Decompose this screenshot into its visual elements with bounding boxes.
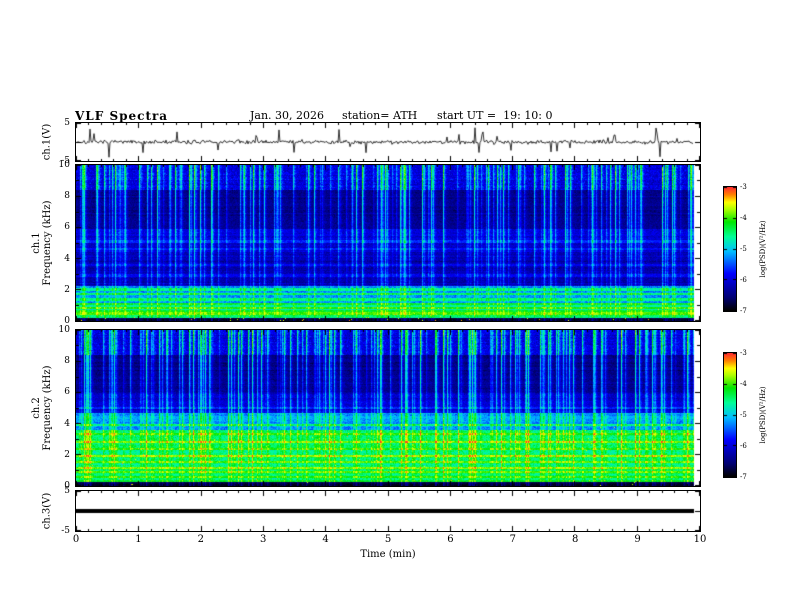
ch2-colorbar-axis-label: log(PSD)(V²/Hz) (759, 386, 767, 444)
ch2-frequency-axis-label: ch.2 Frequency (kHz) (31, 365, 53, 450)
start-ut-label: start UT = 19: 10: 0 (437, 109, 553, 122)
x-tick-label: 3 (260, 534, 267, 545)
x-tick-label: 8 (572, 534, 579, 545)
colorbar-tick-label: -6 (740, 442, 747, 450)
colorbar-tick-label: -4 (740, 214, 747, 222)
x-axis-tick-labels: 0 1 2 3 4 5 6 7 8 9 10 (72, 534, 707, 547)
ch3-ytick-label: -5 (61, 526, 70, 536)
ch2-freq-tick-label: 8 (64, 356, 70, 367)
x-tick-label: 1 (135, 534, 142, 545)
ch1-freq-tick-label: 8 (64, 191, 70, 202)
ch2-axis-channel-label: ch.2 (31, 397, 42, 419)
ch1-ytick-label: 5 (64, 118, 70, 128)
ch2-spectrogram-panel (75, 329, 701, 487)
ch1-axis-units-label: Frequency (kHz) (42, 200, 53, 286)
ch1-freq-tick-label: 4 (64, 253, 70, 264)
colorbar-tick-label: -3 (740, 183, 747, 191)
ch1-freq-tick-label: 6 (64, 222, 70, 233)
x-tick-label: 2 (197, 534, 204, 545)
ch1-waveform-ytick-labels: 5 -5 (50, 118, 70, 166)
x-tick-label: 6 (447, 534, 454, 545)
ch2-colorbar-tick-labels: -3 -4 -5 -6 -7 (740, 349, 756, 481)
ch3-waveform-ytick-labels: 5 -5 (50, 486, 70, 536)
x-axis-title: Time (min) (360, 549, 416, 560)
ch1-axis-channel-label: ch.1 (31, 232, 42, 254)
ch2-freq-tick-label: 4 (64, 418, 70, 429)
colorbar-tick-label: -7 (740, 307, 747, 315)
colorbar-tick-label: -7 (740, 473, 747, 481)
ch1-frequency-axis-label: ch.1 Frequency (kHz) (31, 200, 53, 285)
colorbar-tick-label: -5 (740, 245, 747, 253)
ch2-colorbar-canvas (724, 353, 736, 477)
x-tick-label: 10 (693, 534, 707, 545)
colorbar-tick-label: -6 (740, 276, 747, 284)
colorbar-tick-label: -5 (740, 411, 747, 419)
x-tick-label: 4 (322, 534, 329, 545)
ch1-colorbar-axis-label: log(PSD)(V²/Hz) (759, 220, 767, 278)
ch2-axis-units-label: Frequency (kHz) (42, 365, 53, 451)
ch2-spectrogram-ytick-labels: 0 2 4 6 8 10 (54, 325, 70, 491)
ch1-spectrogram-canvas (76, 165, 700, 321)
x-tick-label: 7 (509, 534, 516, 545)
x-tick-label: 9 (634, 534, 641, 545)
ch3-ytick-label: 5 (64, 486, 70, 496)
x-tick-label: 5 (384, 534, 392, 545)
ch1-colorbar (723, 186, 737, 312)
ch1-waveform-canvas (76, 123, 700, 161)
ch1-waveform-panel (75, 122, 701, 162)
ch1-freq-tick-label: 10 (58, 160, 70, 170)
ch3-waveform-panel (75, 490, 701, 532)
ch3-waveform-canvas (76, 491, 700, 531)
ch2-freq-tick-label: 2 (64, 449, 70, 460)
ch1-spectrogram-ytick-labels: 0 2 4 6 8 10 (54, 160, 70, 326)
ch1-spectrogram-panel (75, 164, 701, 322)
vlf-spectra-figure: VLF Spectra Jan. 30, 2026 station= ATH s… (0, 0, 792, 612)
station-label: station= ATH (342, 109, 418, 122)
ch2-freq-tick-label: 6 (64, 387, 70, 398)
ch1-freq-tick-label: 2 (64, 284, 70, 295)
plot-title: VLF Spectra (75, 109, 169, 123)
colorbar-tick-label: -4 (740, 380, 747, 388)
ch2-spectrogram-canvas (76, 330, 700, 486)
date-label: Jan. 30, 2026 (250, 109, 325, 122)
ch2-colorbar (723, 352, 737, 478)
ch1-colorbar-tick-labels: -3 -4 -5 -6 -7 (740, 183, 756, 315)
ch1-colorbar-canvas (724, 187, 736, 311)
ch2-freq-tick-label: 10 (58, 325, 70, 335)
colorbar-tick-label: -3 (740, 349, 747, 357)
x-tick-label: 0 (72, 534, 80, 545)
